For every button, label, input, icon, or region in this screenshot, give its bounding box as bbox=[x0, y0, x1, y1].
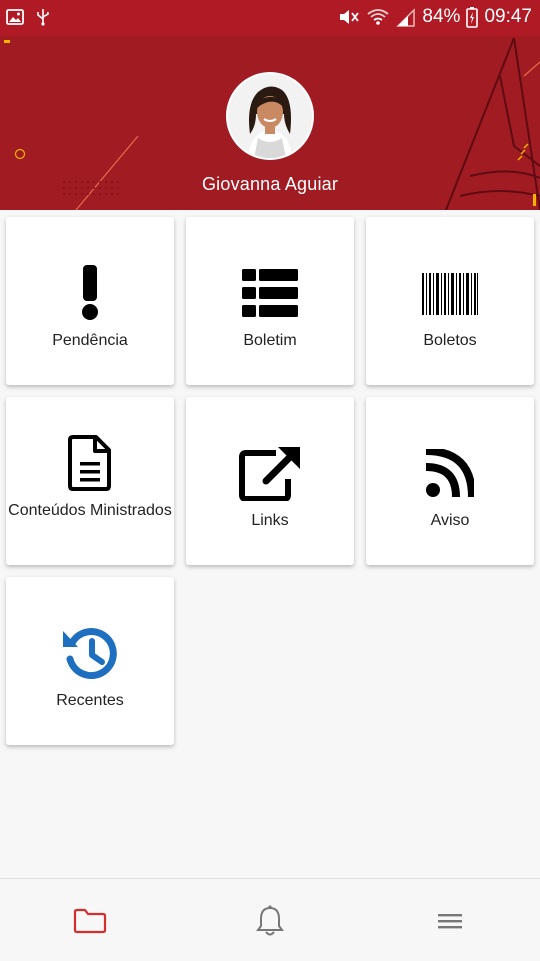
tile-conteudos-ministrados[interactable]: Conteúdos Ministrados bbox=[6, 397, 174, 565]
rss-icon bbox=[426, 449, 474, 497]
avatar-photo bbox=[228, 74, 312, 158]
tile-boletos[interactable]: Boletos bbox=[366, 217, 534, 385]
exclamation-icon bbox=[82, 265, 98, 320]
bell-icon bbox=[256, 905, 284, 936]
tile-label: Pendência bbox=[52, 332, 128, 349]
tile-label: Boletos bbox=[423, 332, 477, 349]
folder-icon bbox=[73, 908, 107, 934]
battery-icon bbox=[466, 6, 479, 28]
nav-notifications[interactable] bbox=[250, 903, 290, 939]
external-link-icon bbox=[239, 447, 300, 501]
tile-pendencia[interactable]: Pendência bbox=[6, 217, 174, 385]
image-icon bbox=[6, 8, 24, 31]
tile-boletim[interactable]: Boletim bbox=[186, 217, 354, 385]
status-bar: 84% 09:47 bbox=[0, 0, 540, 36]
tile-label: Conteúdos Ministrados bbox=[8, 502, 172, 519]
signal-icon bbox=[396, 7, 416, 27]
tile-label: Links bbox=[251, 512, 289, 529]
table-list-icon bbox=[242, 269, 298, 317]
clock: 09:47 bbox=[484, 6, 532, 27]
nav-folder[interactable] bbox=[70, 903, 110, 939]
tile-label: Aviso bbox=[430, 512, 470, 529]
bottom-navigation bbox=[0, 878, 540, 961]
avatar[interactable] bbox=[228, 74, 312, 158]
menu-icon bbox=[438, 914, 462, 929]
profile-header: Giovanna Aguiar bbox=[0, 36, 540, 210]
tile-label: Recentes bbox=[56, 692, 124, 709]
tile-label: Boletim bbox=[243, 332, 297, 349]
user-name: Giovanna Aguiar bbox=[201, 174, 339, 194]
tile-aviso[interactable]: Aviso bbox=[366, 397, 534, 565]
barcode-icon bbox=[422, 273, 478, 315]
document-icon bbox=[68, 435, 111, 491]
tile-recentes[interactable]: Recentes bbox=[6, 577, 174, 745]
tile-links[interactable]: Links bbox=[186, 397, 354, 565]
mute-icon bbox=[338, 7, 360, 27]
battery-percent: 84% bbox=[422, 6, 461, 27]
usb-icon bbox=[36, 8, 50, 31]
wifi-icon bbox=[366, 7, 390, 27]
nav-menu[interactable] bbox=[430, 903, 470, 939]
history-icon bbox=[63, 628, 117, 679]
